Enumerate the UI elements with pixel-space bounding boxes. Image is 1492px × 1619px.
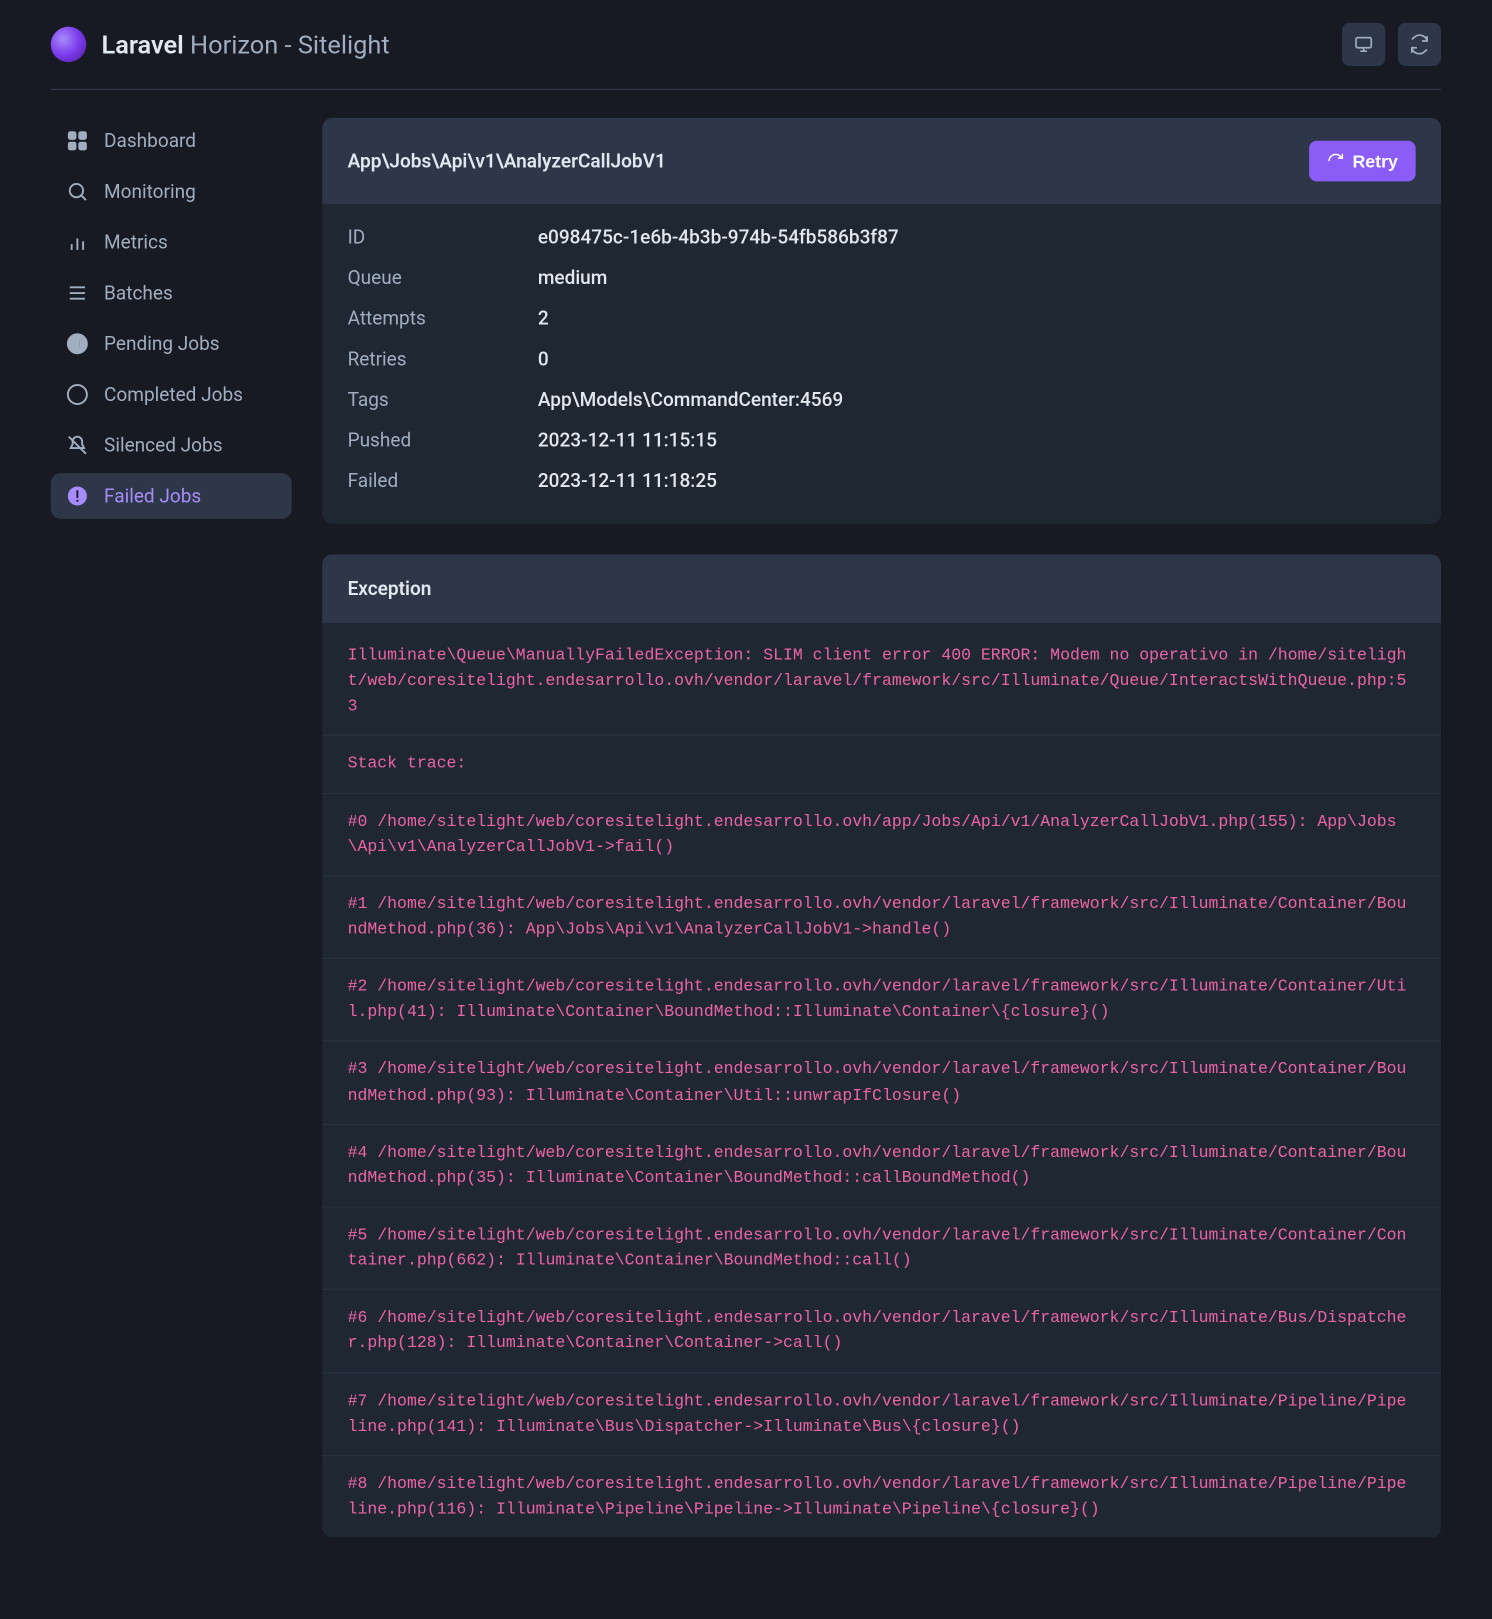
sidebar-item-pending-jobs[interactable]: Pending Jobs <box>51 321 292 367</box>
detail-value: 2 <box>538 307 549 330</box>
detail-value: 0 <box>538 348 549 371</box>
header: Laravel Horizon - Sitelight <box>51 0 1441 90</box>
detail-value: 2023-12-11 11:15:15 <box>538 429 717 452</box>
refresh-icon <box>1409 34 1429 54</box>
detail-label: Tags <box>348 388 538 411</box>
brand: Laravel Horizon - Sitelight <box>51 27 390 63</box>
sidebar-item-silenced-jobs[interactable]: Silenced Jobs <box>51 422 292 468</box>
retry-icon <box>1327 152 1345 170</box>
job-details: IDe098475c-1e6b-4b3b-974b-54fb586b3f87Qu… <box>322 204 1441 524</box>
detail-row-failed: Failed2023-12-11 11:18:25 <box>348 460 1416 501</box>
stack-trace-line: #0 /home/sitelight/web/coresitelight.end… <box>322 792 1441 875</box>
detail-label: Pushed <box>348 429 538 452</box>
grid-icon <box>66 129 89 152</box>
stack-trace-line: #5 /home/sitelight/web/coresitelight.end… <box>322 1206 1441 1289</box>
sidebar-item-monitoring[interactable]: Monitoring <box>51 169 292 215</box>
exception-card: Exception Illuminate\Queue\ManuallyFaile… <box>322 554 1441 1537</box>
stack-trace-line: #3 /home/sitelight/web/coresitelight.end… <box>322 1041 1441 1124</box>
stack-trace-line: Stack trace: <box>322 735 1441 792</box>
detail-row-attempts: Attempts2 <box>348 298 1416 339</box>
detail-label: Attempts <box>348 307 538 330</box>
monitor-icon-button[interactable] <box>1342 23 1385 66</box>
retry-button[interactable]: Retry <box>1309 141 1415 182</box>
pause-icon <box>66 332 89 355</box>
sidebar-item-metrics[interactable]: Metrics <box>51 219 292 265</box>
exception-title: Exception <box>348 577 432 600</box>
sidebar-item-label: Batches <box>104 282 173 305</box>
stack-trace-line: Illuminate\Queue\ManuallyFailedException… <box>322 623 1441 735</box>
job-card: App\Jobs\Api\v1\AnalyzerCallJobV1 Retry … <box>322 118 1441 524</box>
monitor-icon <box>1353 34 1373 54</box>
content: App\Jobs\Api\v1\AnalyzerCallJobV1 Retry … <box>322 118 1441 1568</box>
sidebar-item-dashboard[interactable]: Dashboard <box>51 118 292 164</box>
sidebar-item-label: Silenced Jobs <box>104 434 223 457</box>
sidebar-item-label: Monitoring <box>104 180 196 203</box>
stack-trace-line: #6 /home/sitelight/web/coresitelight.end… <box>322 1289 1441 1372</box>
job-name: App\Jobs\Api\v1\AnalyzerCallJobV1 <box>348 150 666 173</box>
detail-label: Failed <box>348 469 538 492</box>
stack-trace-line: #8 /home/sitelight/web/coresitelight.end… <box>322 1455 1441 1538</box>
search-icon <box>66 180 89 203</box>
sidebar-item-label: Metrics <box>104 231 168 254</box>
alert-icon <box>66 485 89 508</box>
detail-value: 2023-12-11 11:18:25 <box>538 469 717 492</box>
brand-title: Laravel Horizon - Sitelight <box>101 29 389 59</box>
detail-row-pushed: Pushed2023-12-11 11:15:15 <box>348 420 1416 461</box>
bars-icon <box>66 231 89 254</box>
stack-trace-line: #4 /home/sitelight/web/coresitelight.end… <box>322 1123 1441 1206</box>
detail-value: e098475c-1e6b-4b3b-974b-54fb586b3f87 <box>538 226 899 249</box>
detail-row-tags: TagsApp\Models\CommandCenter:4569 <box>348 379 1416 420</box>
sidebar-item-label: Failed Jobs <box>104 485 201 508</box>
detail-row-queue: Queuemedium <box>348 258 1416 299</box>
exception-body: Illuminate\Queue\ManuallyFailedException… <box>322 623 1441 1538</box>
sidebar-item-completed-jobs[interactable]: Completed Jobs <box>51 372 292 418</box>
stack-trace-line: #7 /home/sitelight/web/coresitelight.end… <box>322 1372 1441 1455</box>
sidebar-item-label: Dashboard <box>104 129 196 152</box>
detail-label: Retries <box>348 348 538 371</box>
sidebar-item-label: Completed Jobs <box>104 383 243 406</box>
job-card-header: App\Jobs\Api\v1\AnalyzerCallJobV1 Retry <box>322 118 1441 204</box>
detail-row-retries: Retries0 <box>348 339 1416 380</box>
header-actions <box>1342 23 1441 66</box>
exception-header: Exception <box>322 554 1441 622</box>
mute-icon <box>66 434 89 457</box>
detail-value: medium <box>538 266 608 289</box>
sidebar-item-failed-jobs[interactable]: Failed Jobs <box>51 473 292 519</box>
detail-label: ID <box>348 226 538 249</box>
check-icon <box>66 383 89 406</box>
sidebar-item-label: Pending Jobs <box>104 332 220 355</box>
refresh-icon-button[interactable] <box>1398 23 1441 66</box>
sidebar-item-batches[interactable]: Batches <box>51 270 292 316</box>
detail-row-id: IDe098475c-1e6b-4b3b-974b-54fb586b3f87 <box>348 217 1416 258</box>
horizon-logo-icon <box>51 27 87 63</box>
detail-label: Queue <box>348 266 538 289</box>
retry-label: Retry <box>1352 151 1397 171</box>
detail-value: App\Models\CommandCenter:4569 <box>538 388 843 411</box>
list-icon <box>66 282 89 305</box>
stack-trace-line: #1 /home/sitelight/web/coresitelight.end… <box>322 875 1441 958</box>
stack-trace-line: #2 /home/sitelight/web/coresitelight.end… <box>322 958 1441 1041</box>
sidebar: Dashboard Monitoring Metrics Batches Pending… <box>51 118 292 1568</box>
